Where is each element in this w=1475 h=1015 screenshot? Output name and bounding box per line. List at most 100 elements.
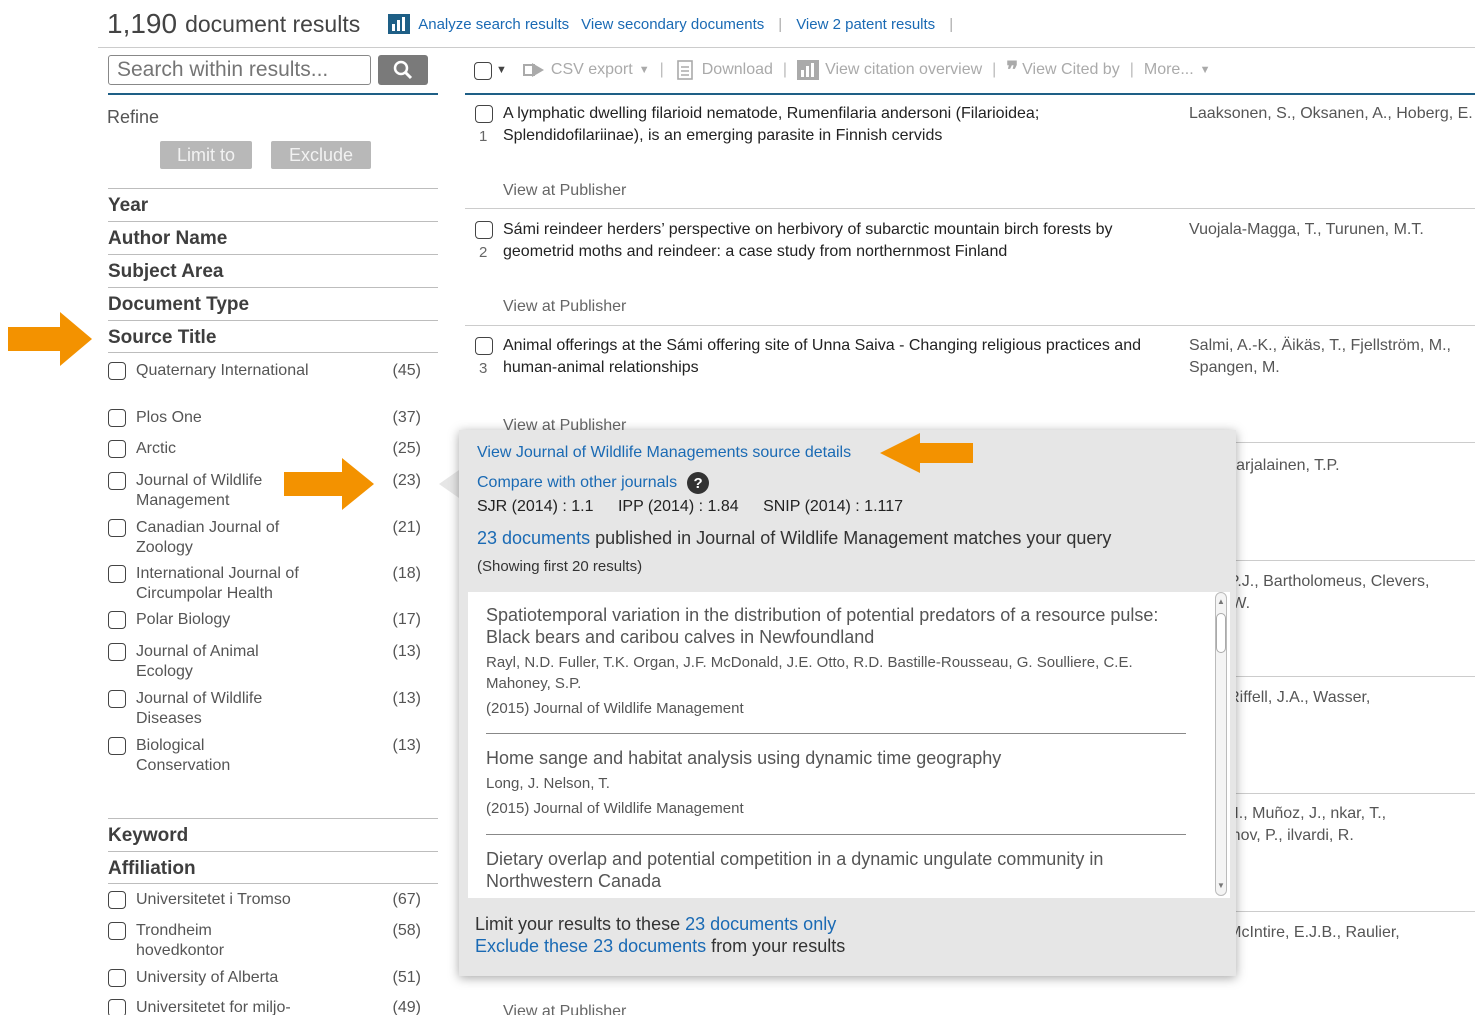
- limit-results-line: Limit your results to these 23 documents…: [475, 914, 837, 934]
- search-within-results-input[interactable]: [108, 55, 371, 85]
- more-menu-button[interactable]: More...: [1144, 61, 1194, 79]
- document-authors: Long, J. Nelson, T.: [486, 775, 610, 792]
- ipp-metric: IPP (2014) : 1.84: [617, 498, 739, 515]
- document-source: (2015) Journal of Wildlife Management: [486, 700, 744, 717]
- header-links: Analyze search results View secondary do…: [388, 14, 967, 34]
- sjr-metric: SJR (2014) : 1.1: [477, 498, 594, 515]
- checkbox[interactable]: [108, 409, 126, 427]
- exclude-documents-link[interactable]: Exclude these 23 documents: [475, 936, 706, 956]
- search-button[interactable]: [378, 55, 428, 85]
- popup-document-list[interactable]: Spatiotemporal variation in the distribu…: [468, 592, 1230, 898]
- view-at-publisher-link[interactable]: View at Publisher: [503, 298, 626, 316]
- document-source: (2015) Journal of Wildlife Management: [486, 800, 744, 817]
- facet-document-type[interactable]: Document Type: [108, 287, 438, 320]
- affiliation-item[interactable]: Trondheim hovedkontor (58): [108, 921, 428, 961]
- checkbox[interactable]: [108, 440, 126, 458]
- toolbar-separator: |: [1129, 61, 1134, 78]
- checkbox[interactable]: [108, 611, 126, 629]
- matching-documents-summary: 23 documents published in Journal of Wil…: [477, 528, 1112, 548]
- download-button[interactable]: Download: [702, 61, 773, 79]
- analyze-search-results-link[interactable]: Analyze search results: [418, 16, 569, 33]
- limit-to-documents-link[interactable]: 23 documents only: [685, 914, 836, 934]
- source-title-item[interactable]: Journal of Animal Ecology (13): [108, 642, 428, 682]
- checkbox[interactable]: [108, 472, 126, 490]
- source-title-item[interactable]: Polar Biology (17): [108, 610, 428, 630]
- result-checkbox[interactable]: [475, 105, 493, 123]
- source-title-item[interactable]: Quaternary International (45): [108, 361, 428, 381]
- limit-to-button[interactable]: Limit to: [160, 141, 252, 169]
- view-secondary-documents-link[interactable]: View secondary documents: [581, 16, 764, 33]
- view-at-publisher-link[interactable]: View at Publisher: [503, 1003, 626, 1015]
- journal-metrics: SJR (2014) : 1.1 IPP (2014) : 1.84 SNIP …: [477, 498, 923, 516]
- annotation-arrow-icon: [8, 312, 92, 366]
- facet-author-name[interactable]: Author Name: [108, 221, 438, 254]
- result-checkbox[interactable]: [475, 221, 493, 239]
- result-authors[interactable]: Laaksonen, S., Oksanen, A., Hoberg, E.: [1189, 103, 1474, 125]
- view-at-publisher-link[interactable]: View at Publisher: [503, 182, 626, 200]
- chevron-down-icon[interactable]: ▼: [639, 64, 650, 76]
- select-dropdown-chevron-down-icon[interactable]: ▼: [496, 64, 507, 76]
- results-toolbar: ▼ CSV export ▼ | Download | View citation…: [474, 57, 1211, 83]
- affiliation-item[interactable]: Universitetet for miljo- (49): [108, 998, 428, 1015]
- facet-source-title[interactable]: Source Title: [108, 320, 438, 353]
- source-title-item[interactable]: Arctic (25): [108, 439, 428, 459]
- result-authors[interactable]: Vuojala-Magga, T., Turunen, M.T.: [1189, 219, 1474, 241]
- facet-subject-area[interactable]: Subject Area: [108, 254, 438, 287]
- help-icon[interactable]: ?: [687, 472, 710, 494]
- source-title-item[interactable]: Journal of Wildlife Management (23): [108, 471, 428, 511]
- list-item[interactable]: Dietary overlap and potential competitio…: [486, 848, 1186, 892]
- source-title-item[interactable]: International Journal of Circumpolar Hea…: [108, 564, 428, 604]
- analyze-chart-icon[interactable]: [388, 14, 411, 34]
- scroll-down-icon[interactable]: ▼: [1217, 881, 1225, 890]
- facet-year[interactable]: Year: [108, 188, 438, 221]
- result-row: 2 Sámi reindeer herders’ perspective on …: [465, 219, 1475, 329]
- list-item[interactable]: Spatiotemporal variation in the distribu…: [486, 604, 1186, 717]
- checkbox[interactable]: [108, 519, 126, 537]
- matching-documents-link[interactable]: 23 documents: [477, 528, 590, 548]
- checkbox[interactable]: [108, 999, 126, 1015]
- checkbox[interactable]: [108, 690, 126, 708]
- source-title-item[interactable]: Plos One (37): [108, 408, 428, 428]
- scroll-up-icon[interactable]: ▲: [1217, 597, 1225, 606]
- checkbox[interactable]: [108, 643, 126, 661]
- document-title[interactable]: Spatiotemporal variation in the distribu…: [486, 604, 1186, 648]
- exclude-button[interactable]: Exclude: [271, 141, 371, 169]
- scrollbar-thumb[interactable]: [1216, 613, 1226, 653]
- exclude-results-line: Exclude these 23 documents from your res…: [475, 936, 846, 956]
- result-authors[interactable]: Salmi, A.-K., Äikäs, T., Fjellström, M.,…: [1189, 335, 1474, 379]
- showing-count: (Showing first 20 results): [477, 558, 643, 575]
- compare-journals-link[interactable]: Compare with other journals: [477, 474, 677, 492]
- view-citation-overview-button[interactable]: View citation overview: [825, 61, 982, 79]
- csv-export-button[interactable]: CSV export: [551, 61, 633, 79]
- affiliation-item[interactable]: University of Alberta (51): [108, 968, 428, 988]
- affiliation-item[interactable]: Universitetet i Tromso (67): [108, 890, 428, 910]
- select-all-checkbox[interactable]: [474, 61, 492, 80]
- result-title-link[interactable]: A lymphatic dwelling filarioid nematode,…: [503, 103, 1183, 147]
- source-title-item[interactable]: Journal of Wildlife Diseases (13): [108, 689, 428, 729]
- result-checkbox[interactable]: [475, 337, 493, 355]
- facet-keyword[interactable]: Keyword: [108, 818, 438, 851]
- result-count: 1,190: [107, 8, 178, 39]
- checkbox[interactable]: [108, 737, 126, 755]
- result-title-link[interactable]: Animal offerings at the Sámi offering si…: [503, 335, 1183, 379]
- list-divider: [486, 834, 1186, 835]
- source-title-item[interactable]: Canadian Journal of Zoology (21): [108, 518, 428, 558]
- checkbox[interactable]: [108, 891, 126, 909]
- result-title-link[interactable]: Sámi reindeer herders’ perspective on he…: [503, 219, 1183, 263]
- checkbox[interactable]: [108, 969, 126, 987]
- checkbox[interactable]: [108, 922, 126, 940]
- source-details-link[interactable]: View Journal of Wildlife Managements sou…: [477, 444, 851, 462]
- popup-scrollbar[interactable]: ▲ ▼: [1215, 592, 1227, 896]
- view-cited-by-button[interactable]: View Cited by: [1022, 61, 1120, 79]
- checkbox[interactable]: [108, 565, 126, 583]
- list-item[interactable]: Home sange and habitat analysis using dy…: [486, 747, 1186, 817]
- document-title[interactable]: Home sange and habitat analysis using dy…: [486, 747, 1186, 769]
- facet-affiliation[interactable]: Affiliation: [108, 851, 438, 884]
- checkbox[interactable]: [108, 362, 126, 380]
- source-title-item[interactable]: Biological Conservation (13): [108, 736, 428, 776]
- view-patent-results-link[interactable]: View 2 patent results: [796, 16, 935, 33]
- chevron-down-icon[interactable]: ▼: [1200, 64, 1211, 76]
- document-title[interactable]: Dietary overlap and potential competitio…: [486, 848, 1186, 892]
- toolbar-divider: [465, 93, 1475, 95]
- citation-chart-icon: [797, 60, 820, 80]
